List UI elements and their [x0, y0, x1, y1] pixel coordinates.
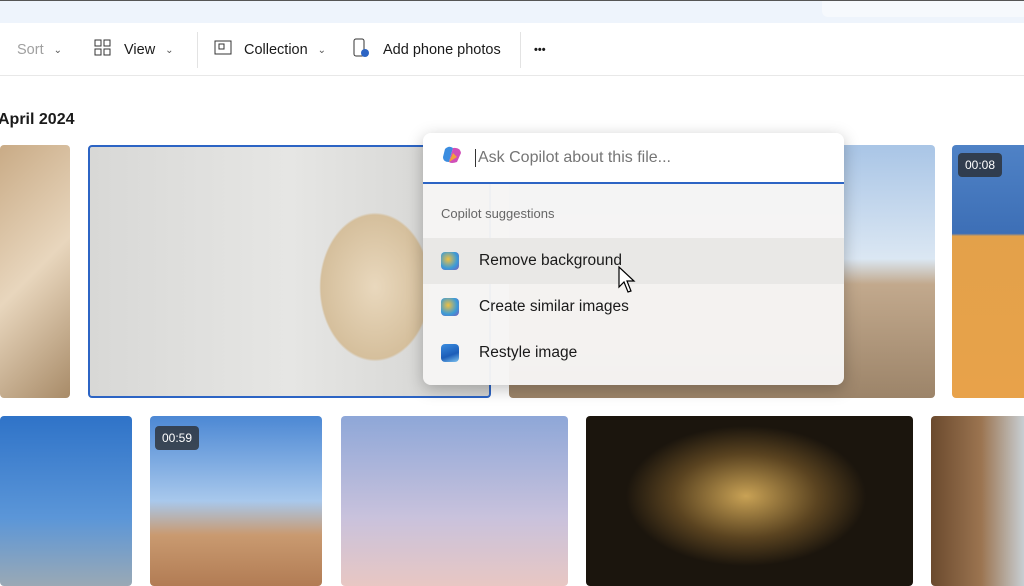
duration-badge: 00:08 — [958, 153, 1003, 177]
section-heading: April 2024 — [0, 111, 75, 128]
view-label: View — [124, 42, 156, 58]
suggestions-label: Copilot suggestions — [441, 206, 555, 221]
palette-icon — [441, 298, 459, 316]
video-tile[interactable]: 00:08 — [952, 145, 1024, 398]
collection-label: Collection — [244, 42, 308, 58]
chevron-down-icon: ⌄ — [317, 44, 327, 56]
divider — [197, 32, 198, 68]
photo-tile[interactable] — [931, 416, 1024, 586]
palette-icon — [441, 252, 459, 270]
add-phone-label: Add phone photos — [383, 42, 501, 58]
sort-label: Sort — [17, 42, 44, 58]
search-box[interactable] — [822, 1, 1024, 17]
view-button[interactable]: View ⌄ — [94, 24, 174, 76]
video-tile[interactable]: 00:59 — [150, 416, 322, 586]
divider — [520, 32, 521, 68]
copilot-input-row — [423, 133, 844, 184]
phone-icon — [353, 38, 371, 62]
more-button[interactable]: ••• — [534, 24, 546, 76]
title-bar — [0, 0, 1024, 23]
suggestion-label: Restyle image — [479, 344, 578, 361]
add-phone-photos-button[interactable]: Add phone photos — [353, 24, 501, 76]
suggestion-label: Remove background — [479, 252, 623, 269]
mouse-cursor-icon — [618, 265, 638, 299]
suggestion-restyle-image[interactable]: Restyle image — [423, 330, 844, 376]
image-icon — [441, 344, 459, 362]
suggestion-label: Create similar images — [479, 298, 629, 315]
grid-icon — [94, 39, 112, 61]
photo-tile[interactable] — [341, 416, 568, 586]
copilot-icon — [441, 145, 463, 170]
duration-badge: 00:59 — [155, 426, 200, 450]
copilot-input[interactable] — [475, 148, 805, 167]
photo-tile[interactable] — [0, 145, 70, 398]
collection-icon — [214, 40, 232, 60]
sort-button[interactable]: Sort ⌄ — [17, 24, 62, 76]
toolbar: Sort ⌄ View ⌄ Collection ⌄ Add phone photos… — [0, 24, 1024, 76]
copilot-popup: Copilot suggestions Remove background Cr… — [423, 133, 844, 385]
chevron-down-icon: ⌄ — [53, 44, 62, 56]
photo-tile[interactable] — [0, 416, 132, 586]
collection-button[interactable]: Collection ⌄ — [214, 24, 326, 76]
chevron-down-icon: ⌄ — [165, 44, 174, 56]
photo-tile[interactable] — [586, 416, 913, 586]
